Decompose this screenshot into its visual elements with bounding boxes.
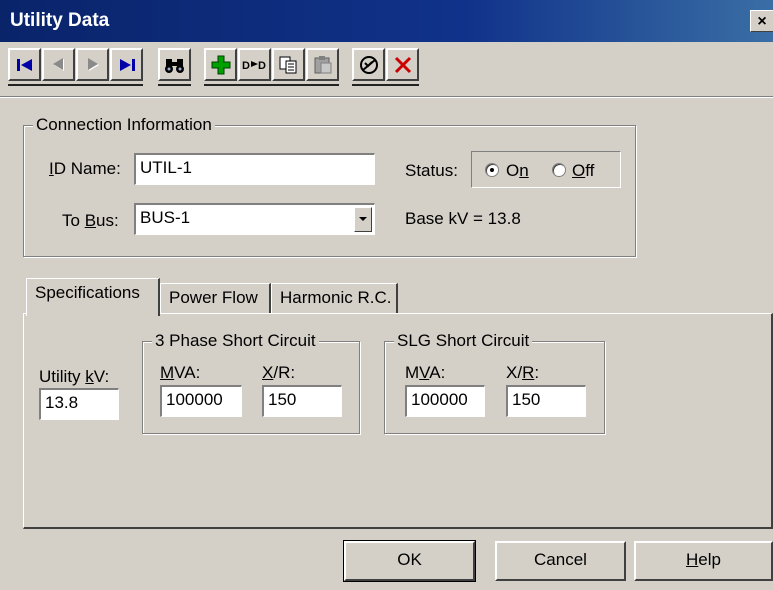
status-on-label: On — [506, 161, 529, 180]
close-button[interactable]: × — [750, 10, 773, 32]
slg-xr-field[interactable]: 150 — [506, 385, 586, 417]
id-name-label: ID Name: — [49, 159, 121, 178]
base-kv-readout: Base kV = 13.8 — [405, 209, 521, 228]
status-on-radio[interactable] — [485, 163, 499, 177]
chevron-down-icon[interactable] — [354, 207, 372, 232]
next-record-button[interactable] — [76, 48, 109, 81]
status-off-radio[interactable] — [552, 163, 566, 177]
add-icon — [211, 55, 230, 74]
first-record-icon — [16, 58, 32, 71]
utility-kv-field[interactable]: 13.8 — [39, 388, 119, 420]
find-binoculars-icon — [164, 58, 184, 73]
svg-text:D: D — [258, 60, 266, 72]
slg-mva-label: MVA: — [405, 363, 446, 382]
edit-underline — [204, 84, 339, 86]
slg-group-label: SLG Short Circuit — [394, 331, 533, 351]
first-record-button[interactable] — [8, 48, 41, 81]
connection-group-label: Connection Information — [33, 115, 215, 135]
insert-icon: DD — [242, 60, 266, 72]
undo-button[interactable] — [352, 48, 385, 81]
cancel-button[interactable]: Cancel — [495, 541, 626, 581]
action-underline — [352, 84, 419, 86]
ok-button[interactable]: OK — [343, 540, 476, 582]
previous-record-button[interactable] — [42, 48, 75, 81]
utility-kv-label: Utility kV: — [39, 367, 110, 386]
to-bus-value: BUS-1 — [140, 208, 191, 227]
delete-icon — [394, 56, 411, 73]
svg-text:D: D — [242, 60, 250, 72]
toolbar-separator — [0, 96, 773, 98]
tab-specifications[interactable]: Specifications — [26, 278, 160, 316]
to-bus-dropdown[interactable]: BUS-1 — [134, 203, 375, 235]
nav-underline — [8, 84, 143, 86]
tab-power-flow[interactable]: Power Flow — [160, 283, 271, 314]
connection-information-group — [23, 125, 636, 257]
next-record-icon — [87, 57, 99, 71]
title-bar: Utility Data — [0, 0, 773, 42]
three-phase-group-label: 3 Phase Short Circuit — [152, 331, 319, 351]
add-button[interactable] — [204, 48, 237, 81]
copy-icon — [279, 56, 296, 73]
window-title: Utility Data — [10, 10, 110, 31]
find-underline — [158, 84, 191, 86]
paste-button[interactable] — [306, 48, 339, 81]
tab-harmonic-rc[interactable]: Harmonic R.C. — [271, 283, 398, 314]
three-phase-xr-label: X/R: — [262, 363, 296, 382]
status-off-label: Off — [572, 161, 595, 180]
previous-record-icon — [52, 57, 64, 71]
insert-button[interactable]: DD — [238, 48, 271, 81]
undo-icon — [359, 55, 378, 74]
id-name-field[interactable]: UTIL-1 — [134, 153, 375, 185]
find-button[interactable] — [158, 48, 191, 81]
help-button[interactable]: Help — [634, 541, 773, 581]
copy-button[interactable] — [272, 48, 305, 81]
three-phase-mva-field[interactable]: 100000 — [160, 385, 242, 417]
slg-mva-field[interactable]: 100000 — [405, 385, 485, 417]
to-bus-label: To Bus: — [62, 211, 119, 230]
utility-data-dialog: Utility Data × DD Connection Information… — [0, 0, 773, 590]
last-record-button[interactable] — [110, 48, 143, 81]
delete-button[interactable] — [386, 48, 419, 81]
status-label: Status: — [405, 161, 458, 180]
paste-icon — [314, 55, 331, 73]
last-record-icon — [119, 58, 135, 71]
three-phase-mva-label: MVA: — [160, 363, 201, 382]
three-phase-xr-field[interactable]: 150 — [262, 385, 342, 417]
slg-xr-label: X/R: — [506, 363, 540, 382]
